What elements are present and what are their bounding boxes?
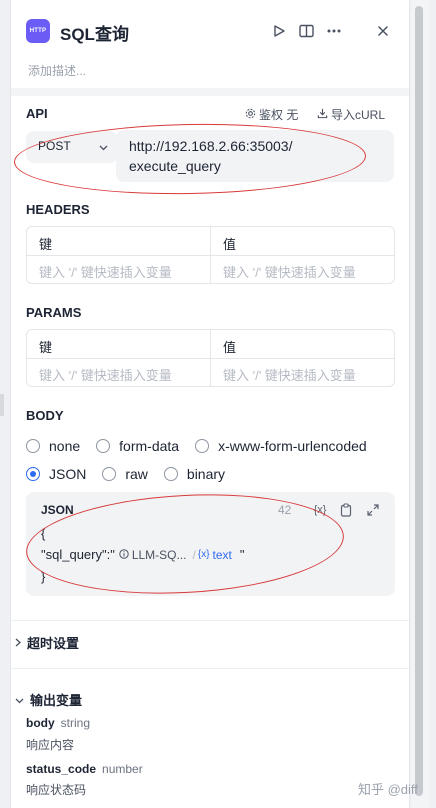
- url-line-1: http://192.168.2.66:35003/: [129, 138, 293, 154]
- radio-button[interactable]: [102, 467, 117, 481]
- page-title: SQL查询: [60, 25, 129, 44]
- params-key-column: 键: [39, 340, 53, 355]
- headers-section-title: HEADERS: [26, 202, 90, 217]
- body-section-title: BODY: [26, 408, 64, 423]
- radio-label: raw: [125, 466, 148, 482]
- run-icon[interactable]: [268, 20, 290, 42]
- auth-label: 鉴权 无: [259, 108, 299, 122]
- watermark: 知乎 @diff: [358, 782, 418, 797]
- import-curl-button[interactable]: 导入cURL: [317, 106, 385, 123]
- chevron-down-icon: [99, 140, 108, 154]
- section-divider: [11, 620, 409, 621]
- insert-variable-icon[interactable]: {x}: [311, 501, 329, 519]
- side-edge-marker: [0, 394, 4, 416]
- headers-key-column: 键: [39, 237, 53, 252]
- output-var-desc: 响应状态码: [26, 783, 87, 797]
- json-editor-label: JSON: [41, 503, 74, 517]
- table-divider: [27, 358, 394, 359]
- scrollbar-thumb[interactable]: [415, 6, 423, 796]
- json-key: "sql_query":": [41, 547, 115, 562]
- auth-button[interactable]: 鉴权 无: [245, 106, 298, 123]
- params-key-input[interactable]: 键入 '/' 键快速插入变量: [39, 365, 172, 384]
- description-input[interactable]: 添加描述...: [28, 62, 86, 79]
- variable-icon: {x}: [197, 549, 210, 560]
- params-table: 键 值 键入 '/' 键快速插入变量 键入 '/' 键快速插入变量: [26, 329, 395, 387]
- split-view-icon[interactable]: [295, 20, 317, 42]
- url-input[interactable]: http://192.168.2.66:35003/ execute_query: [116, 130, 394, 182]
- node-config-panel: HTTP SQL查询 添加描述... API 鉴权 无 导入cURL POST: [10, 0, 410, 808]
- output-var-name: status_code: [26, 762, 97, 776]
- gear-icon: [245, 108, 256, 122]
- json-string-end: ": [239, 547, 245, 562]
- code-line-open: {: [41, 526, 46, 541]
- panel-header: HTTP SQL查询 添加描述...: [11, 0, 409, 95]
- variable-name: text: [212, 547, 232, 562]
- code-line-close: }: [41, 569, 46, 584]
- variable-node-name: LLM-SQ...: [131, 547, 187, 562]
- url-line-2: execute_query: [129, 158, 221, 174]
- http-icon-label: HTTP: [29, 28, 47, 34]
- body-type-form-data[interactable]: form-data: [96, 438, 179, 454]
- radio-button[interactable]: [26, 439, 40, 453]
- headers-value-column: 值: [223, 237, 237, 252]
- radio-label: none: [49, 438, 81, 454]
- code-line-sql-query: "sql_query":" LLM-SQ... / {x} text ": [41, 547, 245, 562]
- chevron-right-icon: [15, 635, 21, 650]
- radio-label: form-data: [119, 438, 180, 454]
- output-var-desc: 响应内容: [26, 738, 75, 752]
- params-value-input[interactable]: 键入 '/' 键快速插入变量: [223, 365, 356, 384]
- close-icon[interactable]: [372, 20, 394, 42]
- body-type-urlencoded[interactable]: x-www-form-urlencoded: [195, 438, 367, 454]
- radio-button[interactable]: [96, 439, 111, 453]
- http-node-icon: HTTP: [26, 19, 50, 43]
- expand-icon[interactable]: [364, 501, 382, 519]
- headers-key-input[interactable]: 键入 '/' 键快速插入变量: [39, 262, 172, 281]
- body-type-row-2: JSON raw binary: [26, 466, 241, 482]
- method-select[interactable]: POST: [26, 131, 118, 163]
- radio-label: x-www-form-urlencoded: [218, 438, 367, 454]
- body-type-row-1: none form-data x-www-form-urlencoded: [26, 438, 383, 454]
- timeout-settings-label: 超时设置: [27, 636, 80, 651]
- output-var-status-code: status_code number: [26, 762, 143, 776]
- import-icon: [317, 108, 328, 122]
- radio-button[interactable]: [163, 467, 178, 481]
- info-circle-icon: [119, 548, 129, 562]
- radio-label: JSON: [49, 466, 87, 482]
- headers-table: 键 值 键入 '/' 键快速插入变量 键入 '/' 键快速插入变量: [26, 226, 395, 284]
- body-type-none[interactable]: none: [26, 438, 80, 454]
- chevron-down-icon: [15, 692, 24, 707]
- output-var-type: string: [60, 716, 91, 730]
- copy-icon[interactable]: [337, 501, 355, 519]
- output-variables-toggle[interactable]: 输出变量: [15, 690, 82, 709]
- api-section-title: API: [26, 106, 48, 121]
- output-var-body: body string: [26, 716, 90, 730]
- output-variables-label: 输出变量: [30, 693, 83, 708]
- import-curl-label: 导入cURL: [331, 108, 386, 122]
- radio-button[interactable]: [195, 439, 210, 453]
- variable-separator: /: [192, 547, 196, 562]
- section-separator: [11, 88, 409, 96]
- params-value-column: 值: [223, 340, 237, 355]
- method-value: POST: [38, 139, 71, 153]
- variable-reference[interactable]: LLM-SQ... / {x} text: [119, 548, 232, 562]
- body-type-raw[interactable]: raw: [102, 466, 148, 482]
- body-type-binary[interactable]: binary: [163, 466, 226, 482]
- section-divider: [11, 668, 409, 669]
- headers-value-input[interactable]: 键入 '/' 键快速插入变量: [223, 262, 356, 281]
- json-editor[interactable]: JSON 42 {x} { "sql_query":" LLM-SQ... / …: [26, 492, 395, 596]
- table-divider: [27, 255, 394, 256]
- char-count: 42: [278, 503, 292, 517]
- timeout-settings-toggle[interactable]: 超时设置: [15, 633, 79, 652]
- radio-label: binary: [186, 466, 226, 482]
- more-options-icon[interactable]: [323, 20, 345, 42]
- output-var-name: body: [26, 716, 55, 730]
- radio-button-selected[interactable]: [26, 467, 40, 481]
- output-var-type: number: [102, 762, 143, 776]
- body-type-json[interactable]: JSON: [26, 466, 86, 482]
- params-section-title: PARAMS: [26, 305, 82, 320]
